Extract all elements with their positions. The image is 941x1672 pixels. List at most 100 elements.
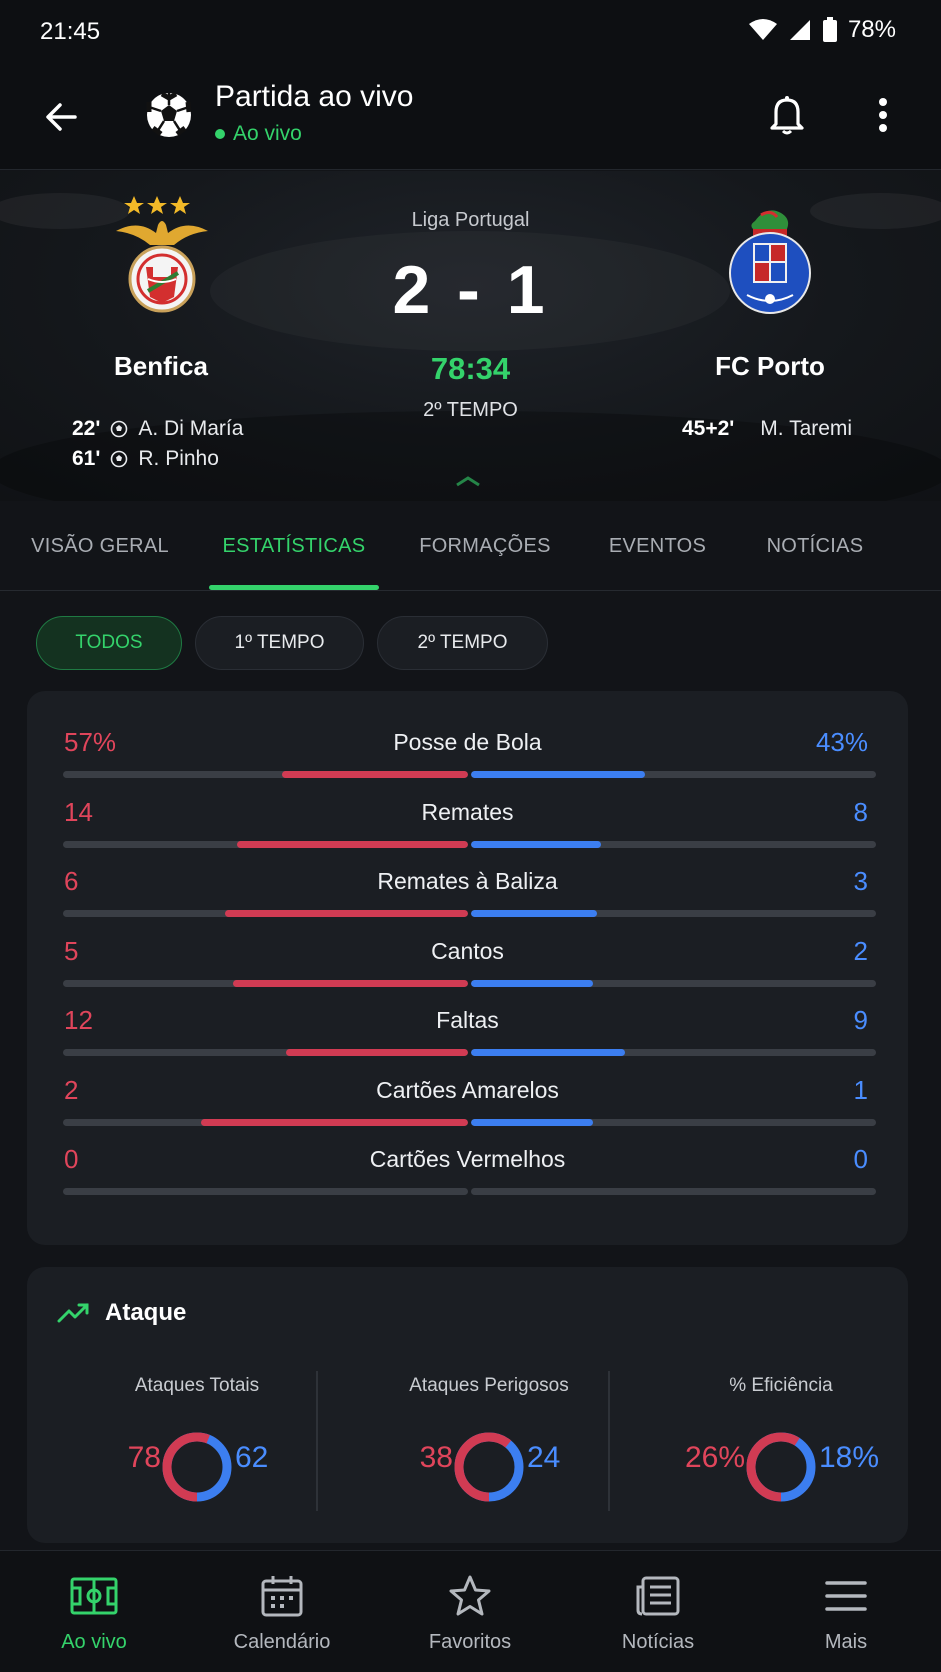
stats-card: 57% Posse de Bola 43% 14 Remates 8 6 Remates à … bbox=[27, 691, 908, 1245]
nav-label: Favoritos bbox=[428, 1631, 512, 1653]
stat-label: Faltas bbox=[436, 1007, 499, 1033]
goal-minute: 22' bbox=[72, 417, 101, 440]
stat-label: Remates à Baliza bbox=[377, 868, 558, 894]
fc-porto-crest-icon[interactable] bbox=[725, 203, 815, 315]
nav-label: Mais bbox=[824, 1631, 868, 1653]
away-bar-fill bbox=[471, 979, 593, 987]
goal-minute: 45+2' bbox=[682, 417, 735, 440]
status-bar: 21:45 78% bbox=[0, 0, 941, 64]
active-tab-indicator bbox=[209, 585, 379, 590]
attack-home-value: 78 bbox=[127, 1441, 161, 1474]
nav-calendar[interactable]: Calendário bbox=[188, 1551, 376, 1672]
attack-metric: % Eficiência 26% 18% bbox=[635, 1367, 927, 1517]
status-icons: 78% bbox=[748, 16, 896, 44]
attack-away-value: 24 bbox=[527, 1441, 561, 1474]
home-bar-fill bbox=[200, 1118, 468, 1126]
nav-label: Ao vivo bbox=[61, 1631, 127, 1653]
page-title: Partida ao vivo bbox=[215, 80, 414, 113]
more-options-button[interactable] bbox=[856, 88, 910, 142]
away-bar-fill bbox=[471, 1049, 625, 1056]
goal-ball-icon bbox=[111, 420, 128, 438]
nav-favorites[interactable]: Favoritos bbox=[376, 1551, 564, 1672]
tab-statistics[interactable]: ESTATÍSTICAS bbox=[209, 501, 379, 591]
away-team-name[interactable]: FC Porto bbox=[660, 351, 880, 382]
away-bar-track bbox=[471, 910, 876, 917]
away-bar-fill bbox=[471, 1118, 593, 1126]
home-bar-track bbox=[63, 1188, 468, 1195]
filter-first-half-chip[interactable]: 1º TEMPO bbox=[195, 616, 364, 670]
stat-row: 57% Posse de Bola 43% bbox=[27, 727, 908, 796]
tab-events[interactable]: EVENTOS bbox=[590, 501, 725, 591]
calendar-icon bbox=[255, 1571, 309, 1621]
arrow-back-icon bbox=[46, 103, 77, 131]
away-bar-fill bbox=[471, 840, 601, 848]
attack-donut bbox=[454, 1432, 524, 1502]
battery-icon bbox=[822, 17, 837, 42]
live-dot-icon bbox=[215, 129, 225, 139]
stat-away-value: 1 bbox=[853, 1074, 868, 1105]
attack-home-value: 26% bbox=[684, 1441, 745, 1474]
status-time: 21:45 bbox=[40, 18, 101, 45]
back-button[interactable] bbox=[34, 90, 88, 144]
filter-all-chip[interactable]: TODOS bbox=[36, 616, 182, 670]
stat-label: Cantos bbox=[431, 937, 504, 964]
attack-metric-label: Ataques Totais bbox=[134, 1375, 260, 1396]
filter-second-half-chip[interactable]: 2º TEMPO bbox=[377, 616, 548, 670]
stat-label: Cartões Vermelhos bbox=[369, 1146, 566, 1172]
pitch-icon bbox=[67, 1571, 121, 1621]
stat-away-value: 3 bbox=[853, 866, 868, 896]
stat-row: 5 Cantos 2 bbox=[27, 936, 908, 1005]
away-bar-track bbox=[471, 1118, 876, 1126]
tab-lineups[interactable]: FORMAÇÕES bbox=[400, 501, 570, 591]
home-bar-track bbox=[63, 771, 468, 778]
tab-news[interactable]: NOTÍCIAS bbox=[750, 501, 880, 591]
goal-event: 61' R. Pinho bbox=[72, 447, 219, 471]
app-bar: Partida ao vivo Ao vivo bbox=[0, 64, 941, 170]
expand-handle-icon[interactable] bbox=[455, 475, 481, 487]
stat-row: 2 Cartões Amarelos 1 bbox=[27, 1075, 908, 1144]
home-bar-fill bbox=[233, 979, 468, 987]
goal-minute: 61' bbox=[72, 447, 101, 470]
attack-away-value: 62 bbox=[235, 1441, 269, 1474]
stat-away-value: 0 bbox=[853, 1144, 868, 1174]
home-bar-fill bbox=[281, 771, 468, 778]
tab-overview[interactable]: VISÃO GERAL bbox=[20, 501, 180, 591]
stat-row: 0 Cartões Vermelhos 0 bbox=[27, 1144, 908, 1213]
away-bar-track bbox=[471, 771, 876, 778]
home-bar-fill bbox=[225, 910, 468, 917]
home-bar-track bbox=[63, 840, 468, 848]
away-bar-fill bbox=[471, 910, 597, 917]
home-bar-fill bbox=[285, 1049, 468, 1056]
stat-away-value: 43% bbox=[815, 727, 868, 757]
nav-live[interactable]: Ao vivo bbox=[0, 1551, 188, 1672]
divider bbox=[608, 1371, 610, 1511]
live-status: Ao vivo bbox=[215, 122, 302, 146]
nav-news[interactable]: Notícias bbox=[564, 1551, 752, 1672]
away-bar-track bbox=[471, 840, 876, 848]
home-bar-fill bbox=[237, 840, 468, 848]
away-bar-track bbox=[471, 1049, 876, 1056]
bottom-navigation: Ao vivo Calendário Favoritos Notícias Ma… bbox=[0, 1550, 941, 1672]
home-team-name[interactable]: Benfica bbox=[51, 351, 271, 382]
attack-metric-label: % Eficiência bbox=[729, 1375, 833, 1396]
away-bar-track bbox=[471, 1188, 876, 1195]
stat-row: 14 Remates 8 bbox=[27, 797, 908, 866]
attack-home-value: 38 bbox=[419, 1441, 453, 1474]
signal-icon bbox=[789, 20, 810, 40]
nav-more[interactable]: Mais bbox=[752, 1551, 940, 1672]
home-bar-track bbox=[63, 1049, 468, 1056]
divider bbox=[316, 1371, 318, 1511]
notifications-button[interactable] bbox=[760, 88, 814, 142]
stat-row: 6 Remates à Baliza 3 bbox=[27, 866, 908, 935]
newspaper-icon bbox=[631, 1571, 685, 1621]
attack-metric: Ataques Perigosos 38 24 bbox=[343, 1367, 635, 1517]
goal-event: 22' A. Di María bbox=[72, 417, 243, 441]
attack-donut bbox=[162, 1432, 232, 1502]
benfica-crest-icon[interactable] bbox=[108, 193, 216, 315]
attack-donut bbox=[746, 1432, 816, 1502]
star-icon bbox=[443, 1571, 497, 1621]
home-bar-track bbox=[63, 1118, 468, 1126]
bell-icon bbox=[770, 96, 804, 135]
attack-metric-label: Ataques Perigosos bbox=[409, 1375, 569, 1396]
trending-up-icon bbox=[57, 1303, 89, 1323]
